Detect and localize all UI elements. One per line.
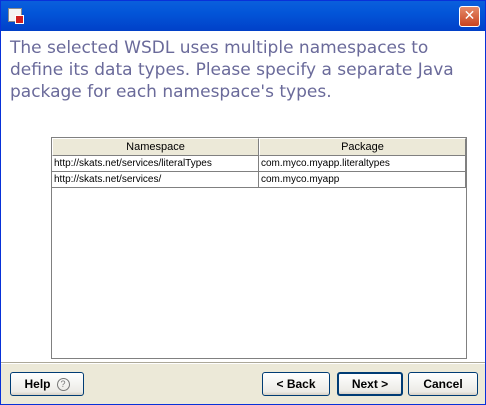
title-bar[interactable]: ✕ xyxy=(1,1,485,31)
namespace-package-table: Namespace Package http://skats.net/servi… xyxy=(51,137,467,359)
footer-divider xyxy=(1,362,485,364)
package-cell[interactable]: com.myco.myapp xyxy=(259,172,466,188)
button-bar: Help ? < Back Next > Cancel xyxy=(1,362,485,404)
package-cell[interactable]: com.myco.myapp.literaltypes xyxy=(259,156,466,172)
next-button[interactable]: Next > xyxy=(337,372,403,396)
instruction-message: The selected WSDL uses multiple namespac… xyxy=(10,38,454,102)
namespace-cell[interactable]: http://skats.net/services/ xyxy=(52,172,259,188)
help-icon: ? xyxy=(56,377,70,391)
namespace-cell[interactable]: http://skats.net/services/literalTypes xyxy=(52,156,259,172)
column-header-namespace[interactable]: Namespace xyxy=(52,138,259,156)
column-header-package[interactable]: Package xyxy=(259,138,466,156)
dialog-window: ✕ The selected WSDL uses multiple namesp… xyxy=(0,0,486,405)
table-header: Namespace Package xyxy=(52,138,466,156)
table-row[interactable]: http://skats.net/services/ com.myco.myap… xyxy=(52,172,466,188)
app-icon xyxy=(8,8,24,24)
dialog-content: The selected WSDL uses multiple namespac… xyxy=(1,31,485,362)
cancel-button[interactable]: Cancel xyxy=(408,372,478,396)
close-button[interactable]: ✕ xyxy=(459,6,480,27)
back-button[interactable]: < Back xyxy=(262,372,330,396)
help-button[interactable]: Help ? xyxy=(10,372,84,396)
table-row[interactable]: http://skats.net/services/literalTypes c… xyxy=(52,156,466,172)
help-button-label: Help xyxy=(24,377,51,391)
